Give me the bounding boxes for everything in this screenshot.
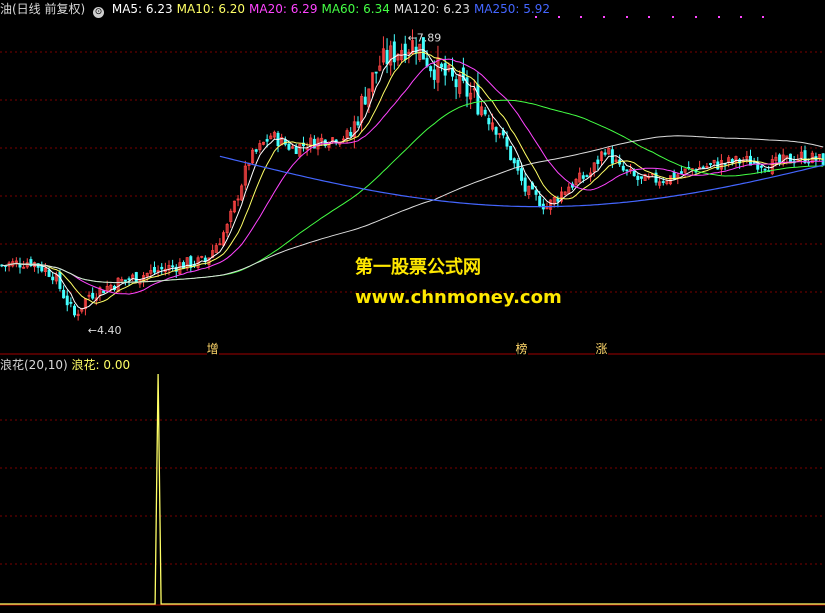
candle-body: [265, 139, 269, 142]
marker-dot: [558, 16, 560, 18]
candle-body: [523, 177, 527, 192]
marker-dot: [695, 16, 697, 18]
candle-body: [596, 159, 600, 164]
candle-body: [429, 66, 433, 72]
sub-indicator-line: [0, 373, 825, 605]
candle-body: [374, 71, 378, 74]
candle-body: [182, 262, 186, 269]
candle-body: [414, 46, 418, 54]
candle-body: [538, 195, 542, 207]
candle-body: [102, 290, 106, 294]
candle-body: [752, 161, 756, 164]
candle-body: [363, 96, 367, 105]
candle-body: [127, 278, 131, 281]
candle-body: [534, 190, 538, 195]
signal-tag: 涨: [595, 340, 608, 357]
candle-body: [512, 158, 516, 164]
candle-body: [160, 266, 164, 270]
candle-body: [520, 168, 524, 181]
candle-body: [356, 121, 360, 126]
price-header: 油(日线 前复权) ⊙ MA5: 6.23 MA10: 6.20 MA20: 6.2…: [0, 0, 558, 18]
ma-indicator-3: MA60: 6.34: [321, 2, 390, 16]
candle-body: [171, 265, 175, 268]
candle-body: [709, 163, 713, 165]
candle-body: [454, 79, 458, 88]
candle-body: [385, 49, 389, 65]
candle-body: [759, 165, 763, 168]
security-title: 油(日线 前复权): [0, 2, 86, 16]
candle-body: [516, 159, 520, 171]
marker-dot: [626, 16, 628, 18]
candle-body: [494, 127, 498, 135]
candle-body: [505, 136, 509, 147]
marker-dot: [740, 16, 742, 18]
settings-circle-icon[interactable]: ⊙: [93, 7, 105, 18]
candle-body: [440, 63, 444, 68]
marker-dot: [648, 16, 650, 18]
signal-tag: 榜: [515, 340, 528, 357]
candle-body: [294, 146, 298, 155]
marker-dot: [580, 16, 582, 18]
sub-indicator-value: 浪花: 0.00: [71, 358, 131, 372]
candle-body: [47, 269, 51, 277]
candle-body: [679, 171, 683, 174]
watermark-url: www.chnmoney.com: [355, 287, 562, 308]
watermark-title: 第一股票公式网: [355, 257, 481, 278]
candle-body: [701, 166, 705, 169]
candle-body: [603, 152, 607, 155]
high-price-label: ←7.89: [408, 32, 442, 45]
candle-body: [556, 198, 560, 202]
candle-body: [254, 149, 258, 152]
ma-indicator-5: MA250: 5.92: [473, 2, 550, 16]
candle-body: [763, 168, 767, 171]
candle-body: [392, 41, 396, 63]
sub-indicator-name: 浪花(20,10): [0, 358, 68, 372]
candle-body: [509, 145, 513, 161]
candle-body: [287, 143, 291, 150]
candle-body: [425, 57, 429, 67]
marker-dot: [762, 16, 764, 18]
candle-body: [661, 181, 665, 183]
candle-body: [134, 272, 138, 283]
ma-indicator-1: MA10: 6.20: [176, 2, 246, 16]
ma-indicator-0: MA5: 6.23: [111, 2, 173, 16]
candle-body: [803, 150, 807, 163]
candle-body: [636, 175, 640, 180]
candle-body: [625, 169, 629, 172]
candle-body: [465, 77, 469, 97]
candle-body: [91, 292, 95, 299]
candle-body: [476, 84, 480, 115]
candle-body: [58, 271, 62, 289]
candle-body: [73, 305, 76, 316]
marker-dot: [603, 16, 605, 18]
candle-body: [639, 176, 643, 179]
candle-body: [778, 154, 782, 163]
chart-stage: ←7.89 ←4.40 油(日线 前复权) ⊙ MA5: 6.23 MA10: 6.…: [0, 0, 825, 609]
candle-body: [62, 289, 66, 299]
candle-body: [585, 175, 589, 177]
candle-body: [51, 276, 55, 281]
marker-dot: [672, 16, 674, 18]
candle-body: [432, 69, 436, 80]
candle-body: [152, 266, 156, 273]
candle-body: [621, 165, 625, 171]
marker-dot: [718, 16, 720, 18]
candle-body: [65, 295, 69, 306]
candle-body: [403, 43, 407, 61]
signal-tag: 增: [206, 340, 219, 357]
ma-indicator-2: MA20: 6.29: [249, 2, 318, 16]
candle-body: [632, 170, 636, 177]
candle-body: [69, 301, 73, 304]
ma-indicators: MA5: 6.23 MA10: 6.20 MA20: 6.29 MA60: 6.34 M…: [112, 2, 554, 16]
candle-body: [349, 131, 353, 137]
sub-header: 浪花(20,10) 浪花: 0.00: [0, 356, 130, 374]
candle-body: [487, 118, 491, 125]
low-price-label: ←4.40: [88, 324, 122, 337]
ma-indicator-4: MA120: 6.23: [393, 2, 470, 16]
candle-body: [581, 175, 585, 179]
candle-body: [123, 279, 127, 282]
candle-body: [483, 109, 487, 115]
